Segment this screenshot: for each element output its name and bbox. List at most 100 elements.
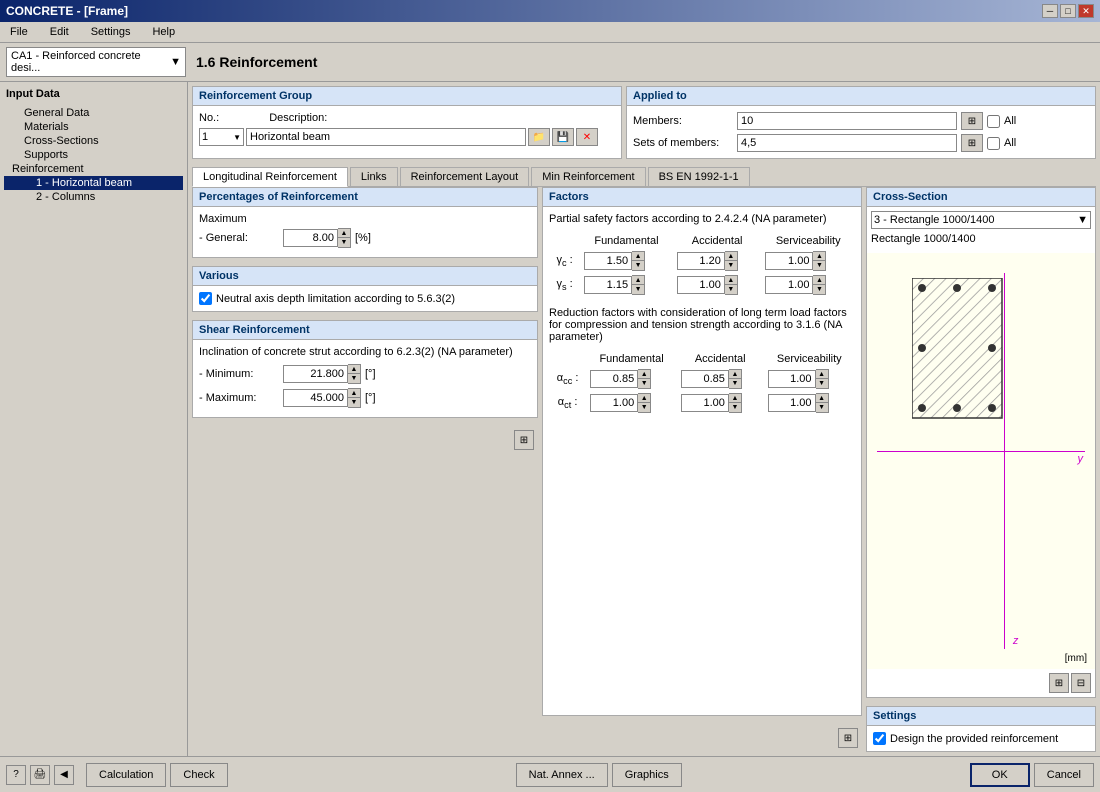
cross-section-icon-btn-2[interactable]: ⊟ (1071, 673, 1091, 693)
sidebar-item-reinforcement[interactable]: Reinforcement (4, 162, 183, 176)
alpha-cc-svc-input[interactable] (768, 370, 816, 388)
alpha-ct-acc-up[interactable]: ▲ (729, 394, 741, 403)
desc-input[interactable] (246, 128, 526, 146)
gamma-c-fund-down[interactable]: ▼ (632, 261, 644, 270)
sets-input[interactable] (737, 134, 957, 152)
calculation-button[interactable]: Calculation (86, 763, 166, 787)
all-sets-checkbox[interactable] (987, 137, 1000, 150)
maximum-input[interactable] (283, 389, 348, 407)
gamma-c-svc-down[interactable]: ▼ (813, 261, 825, 270)
case-dropdown[interactable]: CA1 - Reinforced concrete desi... ▼ (6, 47, 186, 77)
tab-min-reinforcement[interactable]: Min Reinforcement (531, 167, 645, 186)
delete-icon-btn[interactable]: ✕ (576, 128, 598, 146)
menu-settings[interactable]: Settings (85, 24, 137, 40)
cross-section-dropdown[interactable]: 3 - Rectangle 1000/1400 ▼ (871, 211, 1091, 229)
alpha-ct-fund-input[interactable] (590, 394, 638, 412)
gamma-c-svc-up[interactable]: ▲ (813, 252, 825, 261)
neutral-axis-checkbox[interactable] (199, 292, 212, 305)
z-axis-label: z (1013, 635, 1019, 647)
alpha-cc-svc-down[interactable]: ▼ (816, 379, 828, 388)
gamma-s-acc-input[interactable] (677, 276, 725, 294)
tab-links[interactable]: Links (350, 167, 398, 186)
cross-section-icon-btn-1[interactable]: ⊞ (1049, 673, 1069, 693)
alpha-cc-acc-down[interactable]: ▼ (729, 379, 741, 388)
members-input[interactable] (737, 112, 957, 130)
gamma-c-fund-up[interactable]: ▲ (632, 252, 644, 261)
gamma-s-fund-up[interactable]: ▲ (632, 276, 644, 285)
maximize-button[interactable]: □ (1060, 4, 1076, 18)
middle-icon-btn-1[interactable]: ⊞ (838, 728, 858, 748)
no-value: 1 (202, 131, 208, 143)
gamma-c-acc-down[interactable]: ▼ (725, 261, 737, 270)
minimum-up-btn[interactable]: ▲ (348, 365, 360, 374)
alpha-cc-acc-up[interactable]: ▲ (729, 370, 741, 379)
gamma-s-svc-input[interactable] (765, 276, 813, 294)
alpha-ct-fund-up[interactable]: ▲ (638, 394, 650, 403)
left-icon-btn-1[interactable]: ⊞ (514, 430, 534, 450)
accidental-header: Accidental (673, 233, 762, 249)
sidebar-item-horizontal-beam[interactable]: 1 - Horizontal beam (4, 176, 183, 190)
alpha-ct-svc-input[interactable] (768, 394, 816, 412)
factors-panel: Factors Partial safety factors according… (542, 187, 862, 716)
general-up-btn[interactable]: ▲ (338, 229, 350, 238)
graphics-button[interactable]: Graphics (612, 763, 682, 787)
gamma-s-acc-down[interactable]: ▼ (725, 285, 737, 294)
gamma-c-svc-input[interactable] (765, 252, 813, 270)
minimize-button[interactable]: ─ (1042, 4, 1058, 18)
alpha-cc-acc-input[interactable] (681, 370, 729, 388)
minimum-input[interactable] (283, 365, 348, 383)
general-input[interactable] (283, 229, 338, 247)
check-button[interactable]: Check (170, 763, 227, 787)
gamma-c-acc-input[interactable] (677, 252, 725, 270)
cancel-button[interactable]: Cancel (1034, 763, 1094, 787)
alpha-cc-fund-down[interactable]: ▼ (638, 379, 650, 388)
gamma-s-svc-down[interactable]: ▼ (813, 285, 825, 294)
alpha-cc-fund-input[interactable] (590, 370, 638, 388)
gamma-c-acc-up[interactable]: ▲ (725, 252, 737, 261)
menu-help[interactable]: Help (146, 24, 181, 40)
menu-file[interactable]: File (4, 24, 34, 40)
alpha-cc-fund-up[interactable]: ▲ (638, 370, 650, 379)
members-select-icon-btn[interactable]: ⊞ (961, 112, 983, 130)
all-members-checkbox[interactable] (987, 115, 1000, 128)
sidebar-item-columns[interactable]: 2 - Columns (4, 190, 183, 204)
maximum-down-btn[interactable]: ▼ (348, 398, 360, 407)
alpha-ct-acc-down[interactable]: ▼ (729, 403, 741, 412)
no-select[interactable]: 1 ▼ (199, 128, 244, 146)
save-icon-btn[interactable]: 💾 (552, 128, 574, 146)
alpha-ct-fund-down[interactable]: ▼ (638, 403, 650, 412)
bottom-icon-nav[interactable]: ◀ (54, 765, 74, 785)
gamma-s-svc-up[interactable]: ▲ (813, 276, 825, 285)
gamma-s-acc-up[interactable]: ▲ (725, 276, 737, 285)
alpha-ct-svc-down[interactable]: ▼ (816, 403, 828, 412)
sidebar-item-materials[interactable]: Materials (4, 120, 183, 134)
general-down-btn[interactable]: ▼ (338, 238, 350, 247)
tab-bs-en[interactable]: BS EN 1992-1-1 (648, 167, 750, 186)
sidebar-item-supports[interactable]: Supports (4, 148, 183, 162)
tab-longitudinal-reinforcement[interactable]: Longitudinal Reinforcement (192, 167, 348, 187)
alpha-ct-svc-up[interactable]: ▲ (816, 394, 828, 403)
unit-label: [mm] (1065, 653, 1087, 664)
design-checkbox[interactable] (873, 732, 886, 745)
maximum-up-btn[interactable]: ▲ (348, 389, 360, 398)
menu-bar: File Edit Settings Help (0, 22, 1100, 43)
alpha-cc-svc-up[interactable]: ▲ (816, 370, 828, 379)
close-button[interactable]: ✕ (1078, 4, 1094, 18)
reinforcement-group-panel: Reinforcement Group No.: Description: 1 … (192, 86, 622, 159)
folder-icon-btn[interactable]: 📁 (528, 128, 550, 146)
various-title: Various (193, 267, 537, 286)
nat-annex-button[interactable]: Nat. Annex ... (516, 763, 608, 787)
sets-select-icon-btn[interactable]: ⊞ (961, 134, 983, 152)
sidebar-item-cross-sections[interactable]: Cross-Sections (4, 134, 183, 148)
sidebar-item-general-data[interactable]: General Data (4, 106, 183, 120)
gamma-s-fund-down[interactable]: ▼ (632, 285, 644, 294)
gamma-s-fund-input[interactable] (584, 276, 632, 294)
tab-reinforcement-layout[interactable]: Reinforcement Layout (400, 167, 530, 186)
menu-edit[interactable]: Edit (44, 24, 75, 40)
bottom-icon-print[interactable]: 🖨 (30, 765, 50, 785)
bottom-icon-help[interactable]: ? (6, 765, 26, 785)
ok-button[interactable]: OK (970, 763, 1030, 787)
minimum-down-btn[interactable]: ▼ (348, 374, 360, 383)
gamma-c-fund-input[interactable] (584, 252, 632, 270)
alpha-ct-acc-input[interactable] (681, 394, 729, 412)
